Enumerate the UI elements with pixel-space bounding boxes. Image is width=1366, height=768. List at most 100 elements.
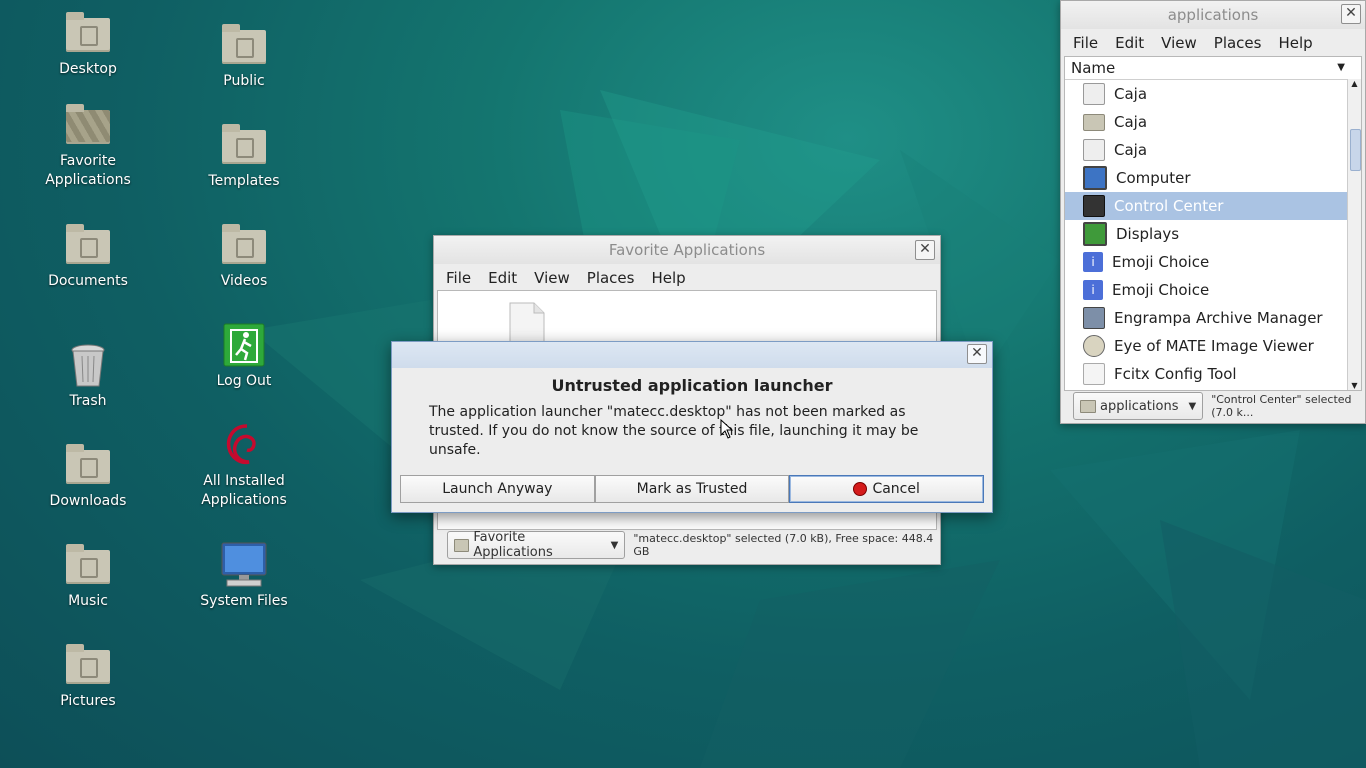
desktop-icon-label: Favorite Applications	[45, 153, 131, 188]
menu-places[interactable]: Places	[1206, 34, 1271, 52]
item-label: Emoji Choice	[1112, 253, 1210, 271]
desktop-icon-system-files[interactable]: System Files	[184, 542, 304, 611]
desktop-icon-music[interactable]: Music	[28, 542, 148, 611]
desktop-icon-public[interactable]: Public	[184, 22, 304, 91]
desktop-icon-log-out[interactable]: Log Out	[184, 322, 304, 391]
item-label: Emoji Choice	[1112, 281, 1210, 299]
scroll-down-icon[interactable]: ▼	[1348, 381, 1361, 390]
desktop-icon-videos[interactable]: Videos	[184, 222, 304, 291]
folder-icon	[1083, 113, 1105, 131]
desktop-icon-templates[interactable]: Templates	[184, 122, 304, 191]
mark-as-trusted-button[interactable]: Mark as Trusted	[594, 475, 790, 503]
desktop-icon-documents[interactable]: Documents	[28, 222, 148, 291]
text-file-icon	[1083, 363, 1105, 385]
desktop-icon-favorite-applications[interactable]: Favorite Applications	[28, 102, 148, 190]
list-item-selected[interactable]: Control Center	[1065, 192, 1347, 220]
folder-icon	[66, 644, 110, 684]
debian-swirl-icon	[226, 424, 256, 465]
window-titlebar[interactable]: Favorite Applications ✕	[434, 236, 940, 264]
list-item[interactable]: Computer	[1065, 164, 1347, 192]
window-title: Favorite Applications	[608, 241, 766, 259]
desktop-icon-pictures[interactable]: Pictures	[28, 642, 148, 711]
close-button[interactable]: ✕	[915, 240, 935, 260]
menu-view[interactable]: View	[1153, 34, 1206, 52]
desktop-icon-all-installed-applications[interactable]: All Installed Applications	[184, 422, 304, 510]
menu-view[interactable]: View	[526, 269, 579, 287]
item-label: Computer	[1116, 169, 1191, 187]
folder-icon	[222, 224, 266, 264]
list-item[interactable]: Displays	[1065, 220, 1347, 248]
desktop-icon-trash[interactable]: Trash	[28, 342, 148, 411]
list-item[interactable]: Eye of MATE Image Viewer	[1065, 332, 1347, 360]
close-icon: ✕	[1345, 5, 1357, 21]
name-column-header[interactable]: Name ▼	[1065, 57, 1361, 80]
desktop-icon-label: Pictures	[60, 693, 116, 709]
button-label: Cancel	[872, 481, 920, 497]
applications-window[interactable]: applications ✕ File Edit View Places Hel…	[1060, 0, 1366, 424]
item-label: Fcitx Config Tool	[1114, 365, 1237, 383]
exit-icon	[223, 323, 265, 367]
launch-anyway-button[interactable]: Launch Anyway	[400, 475, 595, 503]
menu-help[interactable]: Help	[643, 269, 694, 287]
location-dropdown[interactable]: applications ▼	[1073, 392, 1204, 420]
file-list-view[interactable]: Name ▼ Caja Caja Caja Computer Control C…	[1064, 56, 1362, 391]
computer-icon	[1083, 166, 1107, 190]
folder-icon	[454, 538, 470, 552]
menu-file[interactable]: File	[438, 269, 480, 287]
display-icon	[1083, 222, 1107, 246]
item-label: Caja	[1114, 141, 1148, 159]
desktop-icon-label: Desktop	[59, 61, 117, 77]
cancel-button[interactable]: Cancel	[789, 475, 985, 503]
sort-down-icon: ▼	[1337, 62, 1345, 73]
close-icon: ✕	[971, 345, 983, 361]
archive-icon	[1083, 307, 1105, 329]
folder-icon	[1080, 399, 1096, 413]
menu-help[interactable]: Help	[1270, 34, 1321, 52]
list-item[interactable]: Caja	[1065, 80, 1347, 108]
desktop-icon-desktop[interactable]: Desktop	[28, 10, 148, 79]
window-titlebar[interactable]: applications ✕	[1061, 1, 1365, 29]
menu-places[interactable]: Places	[579, 269, 644, 287]
scrollbar[interactable]: ▲ ▼	[1347, 79, 1361, 390]
menu-file[interactable]: File	[1065, 34, 1107, 52]
close-button[interactable]: ✕	[967, 344, 987, 364]
dialog-title: Untrusted application launcher	[551, 376, 833, 395]
folder-icon	[66, 444, 110, 484]
list-item[interactable]: i Emoji Choice	[1065, 248, 1347, 276]
folder-icon	[66, 12, 110, 52]
list-item[interactable]: Engrampa Archive Manager	[1065, 304, 1347, 332]
untrusted-launcher-dialog[interactable]: ✕ Untrusted application launcher The app…	[391, 341, 993, 513]
computer-icon	[221, 542, 267, 587]
item-label: Control Center	[1114, 197, 1224, 215]
menu-edit[interactable]: Edit	[480, 269, 526, 287]
list-item[interactable]: Caja	[1065, 108, 1347, 136]
close-button[interactable]: ✕	[1341, 4, 1361, 24]
scrollbar-thumb[interactable]	[1350, 129, 1361, 171]
folder-icon	[222, 24, 266, 64]
dialog-titlebar[interactable]: ✕	[392, 342, 992, 368]
trash-icon	[71, 344, 105, 387]
text-file-icon	[1083, 83, 1105, 105]
list-item[interactable]: i Emoji Choice	[1065, 276, 1347, 304]
menu-bar: File Edit View Places Help	[1061, 29, 1365, 57]
list-item[interactable]: Fcitx Config Tool	[1065, 360, 1347, 388]
window-title: applications	[1167, 6, 1259, 24]
menu-edit[interactable]: Edit	[1107, 34, 1153, 52]
item-label: Caja	[1114, 113, 1148, 131]
item-label: Caja	[1114, 85, 1148, 103]
desktop-icon-downloads[interactable]: Downloads	[28, 442, 148, 511]
desktop-icon-label: Templates	[208, 173, 280, 189]
location-dropdown[interactable]: Favorite Applications ▼	[447, 530, 626, 560]
dialog-buttons: Launch Anyway Mark as Trusted Cancel	[400, 475, 985, 503]
desktop-icon-label: Music	[68, 593, 108, 609]
column-label: Name	[1071, 59, 1116, 77]
list-item[interactable]: Caja	[1065, 136, 1347, 164]
status-text: "matecc.desktop" selected (7.0 kB), Free…	[633, 532, 934, 558]
desktop-icon-label: Videos	[220, 273, 268, 289]
folder-icon	[66, 104, 110, 144]
desktop-file-icon[interactable]	[508, 301, 546, 345]
menu-bar: File Edit View Places Help	[434, 264, 940, 292]
info-icon: i	[1083, 280, 1103, 300]
scroll-up-icon[interactable]: ▲	[1348, 79, 1361, 91]
chevron-down-icon: ▼	[1188, 400, 1197, 412]
